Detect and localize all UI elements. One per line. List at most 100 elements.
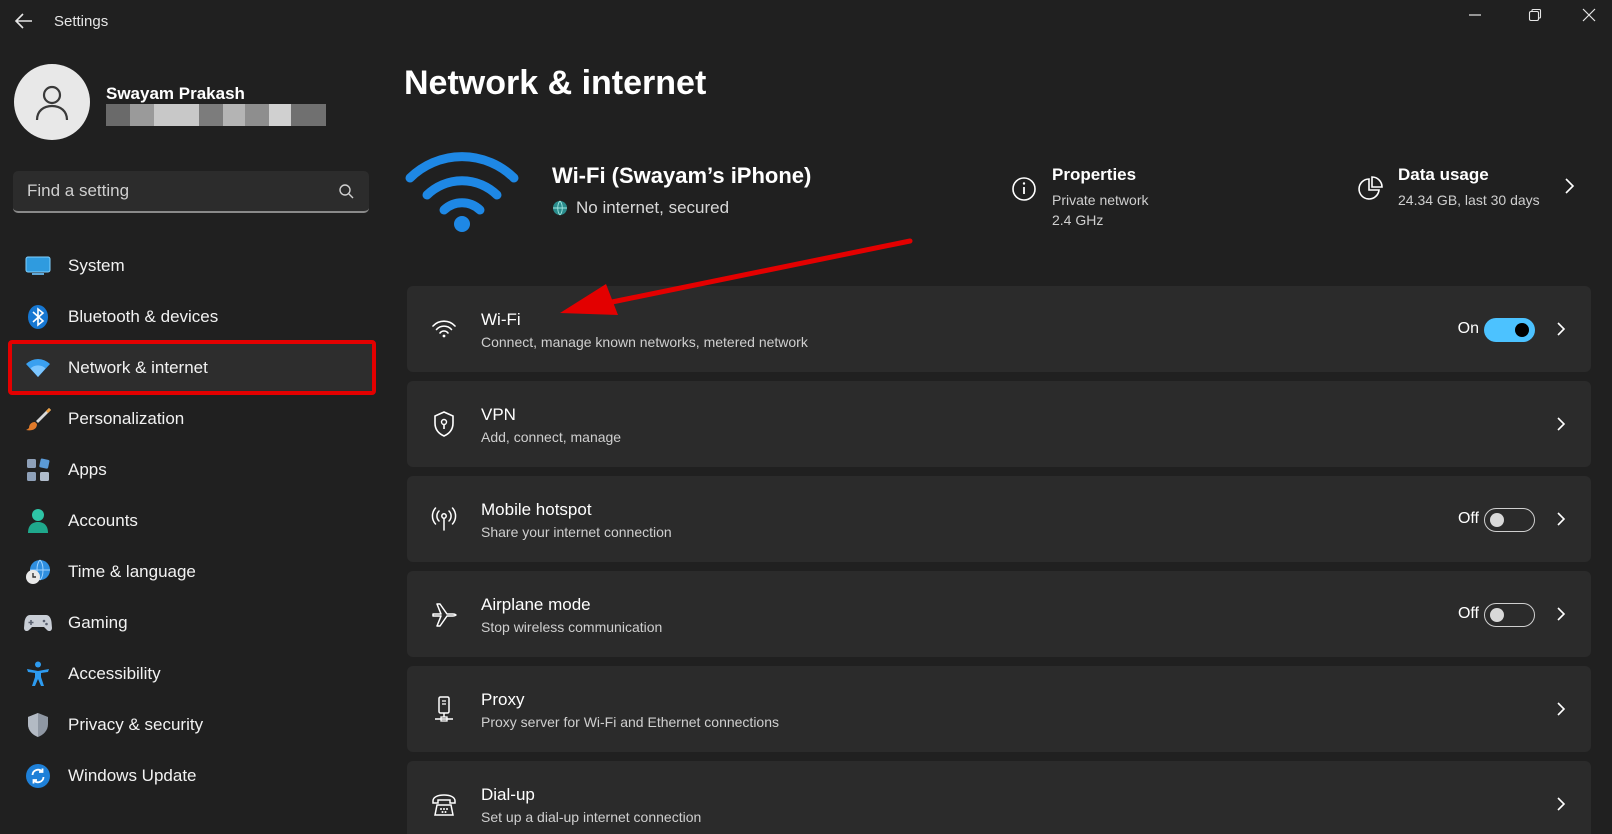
sidebar-item-windows-update[interactable]: Windows Update	[10, 750, 374, 801]
sidebar-nav: System Bluetooth & devices Network & int…	[8, 240, 376, 801]
app-title: Settings	[54, 13, 109, 30]
sidebar-item-label: Bluetooth & devices	[68, 306, 219, 326]
chevron-right-icon[interactable]	[1555, 794, 1567, 814]
data-usage-amount: 24.34 GB, last 30 days	[1398, 192, 1540, 208]
search-input[interactable]	[13, 171, 323, 211]
wifi-status-icon	[402, 144, 522, 232]
sidebar-item-label: Network & internet	[68, 357, 208, 377]
close-icon[interactable]	[1566, 0, 1612, 30]
toggle-state-label: On	[1457, 320, 1479, 337]
restore-icon[interactable]	[1512, 0, 1558, 30]
card-subtitle: Set up a dial-up internet connection	[481, 809, 702, 825]
hotspot-icon	[429, 504, 459, 534]
shield-icon	[24, 711, 52, 739]
chevron-right-icon[interactable]	[1562, 176, 1578, 196]
card-subtitle: Proxy server for Wi-Fi and Ethernet conn…	[481, 714, 780, 730]
card-airplane-mode[interactable]: Airplane mode Stop wireless communicatio…	[407, 571, 1591, 657]
clock-globe-icon	[24, 558, 52, 586]
card-vpn[interactable]: VPN Add, connect, manage	[407, 381, 1591, 467]
properties-link[interactable]: Properties	[1052, 165, 1136, 185]
toggle-knob	[1490, 608, 1504, 622]
user-avatar-icon	[35, 85, 69, 121]
title-bar: Settings	[0, 0, 1612, 44]
proxy-icon	[429, 694, 459, 724]
network-type: Private network	[1052, 192, 1149, 208]
search-box[interactable]	[13, 171, 369, 213]
sidebar-item-label: Personalization	[68, 408, 185, 428]
dialup-icon	[429, 789, 459, 819]
monitor-icon	[24, 252, 52, 280]
airplane-icon	[429, 599, 459, 629]
chevron-right-icon[interactable]	[1555, 699, 1567, 719]
sidebar-item-accessibility[interactable]: Accessibility	[10, 648, 374, 699]
info-icon[interactable]	[1011, 176, 1037, 202]
connection-status-text: No internet, secured	[576, 198, 730, 217]
chevron-right-icon[interactable]	[1555, 414, 1567, 434]
person-icon	[24, 507, 52, 535]
update-icon	[24, 762, 52, 790]
toggle-knob	[1515, 323, 1529, 337]
sidebar-item-label: Windows Update	[68, 765, 197, 785]
card-wifi[interactable]: Wi-Fi Connect, manage known networks, me…	[407, 286, 1591, 372]
sidebar-item-accounts[interactable]: Accounts	[10, 495, 374, 546]
sidebar-item-network[interactable]: Network & internet	[8, 340, 376, 395]
card-subtitle: Add, connect, manage	[481, 429, 622, 445]
card-title: Mobile hotspot	[481, 500, 592, 519]
search-icon[interactable]	[337, 182, 355, 200]
back-arrow-icon[interactable]	[12, 9, 36, 33]
sidebar-item-label: System	[68, 255, 125, 275]
sidebar-item-gaming[interactable]: Gaming	[10, 597, 374, 648]
wifi-icon	[429, 314, 459, 344]
sidebar-item-label: Privacy & security	[68, 714, 204, 734]
sidebar-item-label: Accessibility	[68, 663, 161, 683]
user-name: Swayam Prakash	[106, 84, 245, 103]
airplane-toggle[interactable]	[1484, 603, 1535, 627]
sidebar-item-system[interactable]: System	[10, 240, 374, 291]
sidebar-item-bluetooth[interactable]: Bluetooth & devices	[10, 291, 374, 342]
sidebar-item-time-language[interactable]: Time & language	[10, 546, 374, 597]
sidebar-item-apps[interactable]: Apps	[10, 444, 374, 495]
card-subtitle: Share your internet connection	[481, 524, 672, 540]
hotspot-toggle[interactable]	[1484, 508, 1535, 532]
card-dial-up[interactable]: Dial-up Set up a dial-up internet connec…	[407, 761, 1591, 834]
card-title: Wi-Fi	[481, 310, 521, 329]
card-subtitle: Connect, manage known networks, metered …	[481, 334, 808, 350]
sidebar-item-label: Gaming	[68, 612, 128, 632]
accessibility-icon	[24, 660, 52, 688]
wifi-toggle[interactable]	[1484, 318, 1535, 342]
card-mobile-hotspot[interactable]: Mobile hotspot Share your internet conne…	[407, 476, 1591, 562]
toggle-state-label: Off	[1457, 605, 1479, 622]
sidebar-item-label: Time & language	[68, 561, 196, 581]
card-proxy[interactable]: Proxy Proxy server for Wi-Fi and Etherne…	[407, 666, 1591, 752]
data-usage-link[interactable]: Data usage	[1398, 165, 1489, 185]
sidebar-item-label: Accounts	[68, 510, 138, 530]
bluetooth-icon	[24, 303, 52, 331]
card-title: VPN	[481, 405, 516, 424]
chevron-right-icon[interactable]	[1555, 509, 1567, 529]
pie-chart-icon[interactable]	[1357, 176, 1383, 202]
avatar[interactable]	[14, 64, 90, 140]
user-email-redacted	[106, 104, 326, 126]
globe-icon	[552, 200, 568, 216]
vpn-shield-icon	[429, 409, 459, 439]
card-title: Dial-up	[481, 785, 535, 804]
wifi-icon	[24, 354, 52, 382]
sidebar-item-label: Apps	[68, 459, 107, 479]
chevron-right-icon[interactable]	[1555, 604, 1567, 624]
paintbrush-icon	[24, 405, 52, 433]
toggle-knob	[1490, 513, 1504, 527]
card-title: Proxy	[481, 690, 525, 709]
gamepad-icon	[24, 609, 52, 637]
apps-icon	[24, 456, 52, 484]
sidebar-item-personalization[interactable]: Personalization	[10, 393, 374, 444]
minimize-icon[interactable]	[1452, 0, 1498, 30]
connection-name: Wi-Fi (Swayam’s iPhone)	[552, 163, 812, 188]
chevron-right-icon[interactable]	[1555, 319, 1567, 339]
toggle-state-label: Off	[1457, 510, 1479, 527]
connection-status: No internet, secured	[552, 198, 729, 218]
card-title: Airplane mode	[481, 595, 591, 614]
sidebar-item-privacy-security[interactable]: Privacy & security	[10, 699, 374, 750]
card-subtitle: Stop wireless communication	[481, 619, 663, 635]
network-band: 2.4 GHz	[1052, 212, 1104, 228]
settings-list: Wi-Fi Connect, manage known networks, me…	[407, 286, 1591, 834]
